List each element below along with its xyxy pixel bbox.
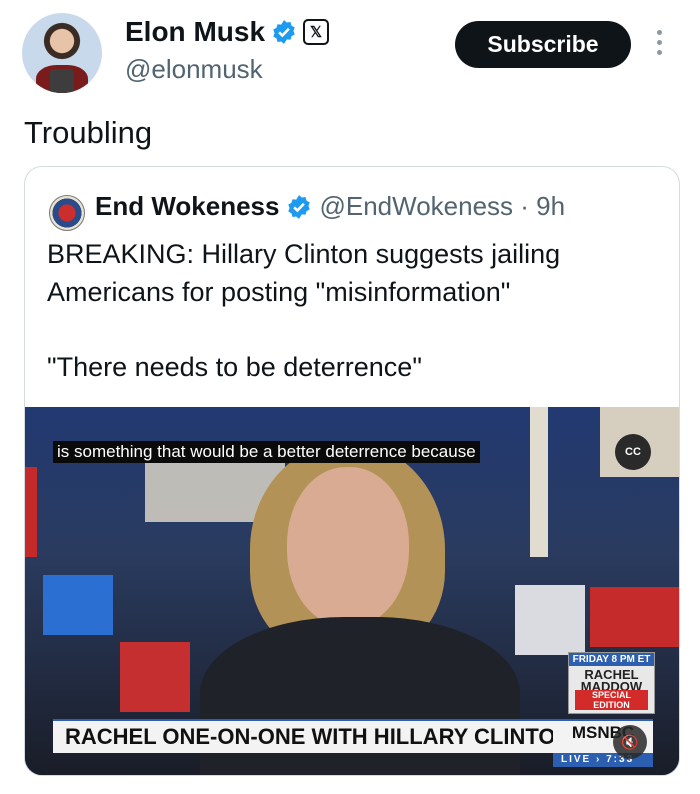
more-options-icon[interactable] <box>657 30 663 55</box>
promo-time: FRIDAY 8 PM ET <box>569 653 654 666</box>
quoted-tweet[interactable]: End Wokeness @EndWokeness · 9h BREAKING:… <box>24 166 680 776</box>
video-player[interactable]: is something that would be a better dete… <box>25 407 679 775</box>
show-promo: FRIDAY 8 PM ET RACHEL MADDOW SPECIAL EDI… <box>568 652 655 714</box>
lower-third: RACHEL ONE-ON-ONE WITH HILLARY CLINTON <box>53 719 571 753</box>
studio-panel <box>515 585 585 655</box>
avatar-suit-detail <box>50 69 74 93</box>
monument <box>530 407 548 557</box>
promo-edition: SPECIAL EDITION <box>575 690 648 710</box>
studio-panel <box>590 587 679 647</box>
subscribe-button[interactable]: Subscribe <box>455 21 631 68</box>
person-face <box>287 467 409 627</box>
quoted-author-name[interactable]: End Wokeness <box>95 191 279 222</box>
author-name-row: Elon Musk 𝕏 <box>125 16 330 48</box>
studio-panel <box>120 642 190 712</box>
studio-panel <box>25 467 37 557</box>
quoted-handle-time: @EndWokeness · 9h <box>319 191 566 221</box>
video-caption: is something that would be a better dete… <box>53 441 480 463</box>
verified-badge-icon <box>288 194 311 219</box>
quoted-tweet-text: BREAKING: Hillary Clinton suggests jaili… <box>47 239 561 307</box>
quoted-author-avatar[interactable] <box>49 195 85 231</box>
mute-icon[interactable]: 🔇 <box>613 725 647 759</box>
author-handle[interactable]: @elonmusk <box>125 54 263 85</box>
author-name[interactable]: Elon Musk <box>125 16 265 48</box>
verified-badge-icon <box>273 20 295 44</box>
closed-captions-button[interactable]: CC <box>615 434 651 470</box>
promo-title: RACHEL MADDOW <box>580 667 643 694</box>
quoted-author-row: End Wokeness @EndWokeness · 9h <box>95 191 565 222</box>
x-affiliate-icon: 𝕏 <box>303 19 330 45</box>
tweet-text: Troubling <box>24 115 153 150</box>
quoted-tweet-text-line2: "There needs to be deterrence" <box>47 352 422 382</box>
studio-panel <box>43 575 113 635</box>
lower-third-text: RACHEL ONE-ON-ONE WITH HILLARY CLINTON <box>65 724 572 749</box>
author-avatar[interactable] <box>22 13 102 93</box>
